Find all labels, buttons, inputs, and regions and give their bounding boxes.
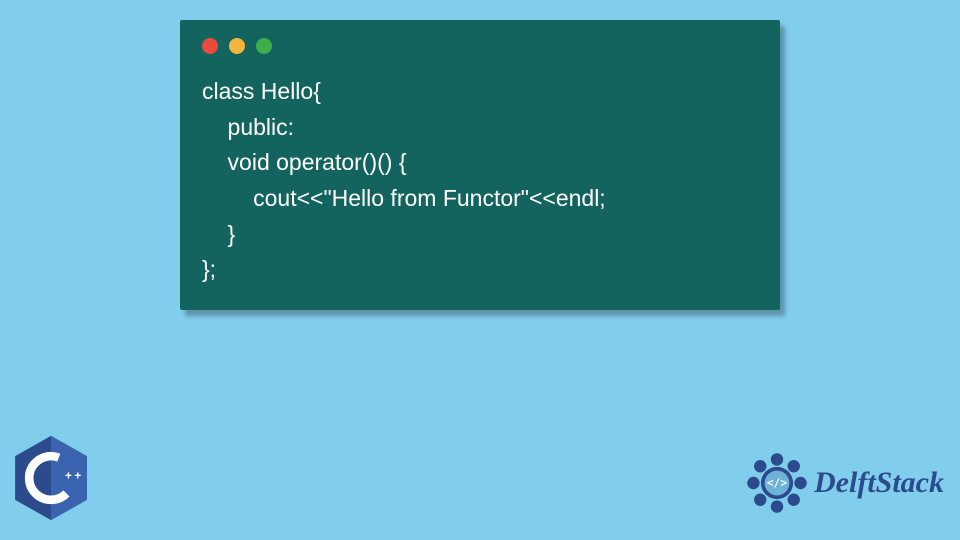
code-line: } bbox=[202, 221, 235, 247]
code-window: class Hello{ public: void operator()() {… bbox=[180, 20, 780, 310]
window-controls bbox=[202, 38, 758, 54]
svg-text:</>: </> bbox=[767, 477, 787, 490]
maximize-dot-icon bbox=[256, 38, 272, 54]
close-dot-icon bbox=[202, 38, 218, 54]
code-line: public: bbox=[202, 114, 294, 140]
code-line: cout<<"Hello from Functor"<<endl; bbox=[202, 185, 606, 211]
brand-logo: </> DelftStack bbox=[746, 452, 944, 514]
code-block: class Hello{ public: void operator()() {… bbox=[202, 74, 758, 288]
brand-emblem-icon: </> bbox=[746, 452, 808, 514]
minimize-dot-icon bbox=[229, 38, 245, 54]
brand-name: DelftStack bbox=[814, 466, 944, 500]
code-line: void operator()() { bbox=[202, 149, 407, 175]
code-line: }; bbox=[202, 256, 216, 282]
svg-text:+: + bbox=[74, 470, 81, 483]
cpp-logo-icon: + + bbox=[12, 434, 90, 522]
code-line: class Hello{ bbox=[202, 78, 321, 104]
svg-text:+: + bbox=[65, 470, 72, 483]
